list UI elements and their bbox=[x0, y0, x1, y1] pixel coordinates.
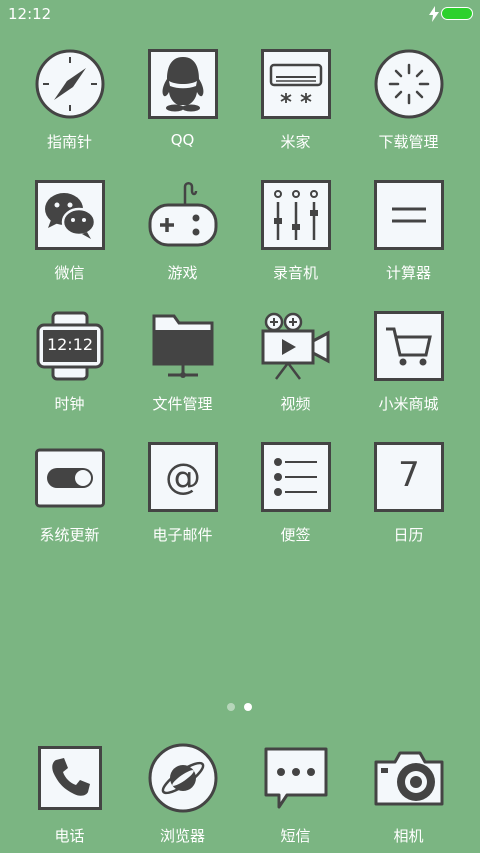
app-label: 文件管理 bbox=[152, 395, 213, 413]
clock-display: 12:12 bbox=[46, 335, 94, 354]
app-browser[interactable]: 浏览器 bbox=[126, 742, 239, 852]
shopping-cart-icon bbox=[374, 311, 444, 381]
mixer-sliders-icon bbox=[261, 180, 331, 250]
planet-icon bbox=[148, 743, 218, 813]
app-file-manager[interactable]: 文件管理 bbox=[126, 310, 239, 420]
app-label: 指南针 bbox=[46, 133, 92, 151]
svg-text:@: @ bbox=[165, 457, 201, 498]
app-label: 便签 bbox=[280, 526, 311, 544]
app-label: 日历 bbox=[393, 526, 424, 544]
at-sign-icon: @ bbox=[148, 442, 218, 512]
app-label: 时钟 bbox=[54, 395, 85, 413]
message-bubble-icon bbox=[264, 747, 328, 809]
video-camera-icon bbox=[261, 312, 330, 380]
app-label: 短信 bbox=[280, 827, 311, 845]
app-label: 微信 bbox=[54, 264, 85, 282]
air-conditioner-icon bbox=[261, 49, 331, 119]
dock: 电话 浏览器 短信 相机 bbox=[0, 742, 480, 852]
compass-icon bbox=[35, 49, 105, 119]
app-phone[interactable]: 电话 bbox=[13, 742, 126, 852]
status-time: 12:12 bbox=[8, 5, 52, 23]
battery-icon bbox=[441, 7, 473, 20]
app-messages[interactable]: 短信 bbox=[239, 742, 352, 852]
app-notes[interactable]: 便签 bbox=[239, 441, 352, 551]
folder-icon bbox=[152, 314, 214, 378]
list-icon bbox=[261, 442, 331, 512]
app-games[interactable]: 游戏 bbox=[126, 179, 239, 289]
app-recorder[interactable]: 录音机 bbox=[239, 179, 352, 289]
app-label: 系统更新 bbox=[39, 526, 100, 544]
app-system-update[interactable]: 系统更新 bbox=[13, 441, 126, 551]
qq-penguin-icon bbox=[148, 49, 218, 119]
status-bar: 12:12 bbox=[0, 0, 480, 28]
equals-icon bbox=[374, 180, 444, 250]
wechat-icon bbox=[35, 180, 105, 250]
camera-icon bbox=[374, 751, 444, 806]
app-mi-store[interactable]: 小米商城 bbox=[352, 310, 465, 420]
app-camera[interactable]: 相机 bbox=[352, 742, 465, 852]
app-calendar[interactable]: 7 日历 bbox=[352, 441, 465, 551]
app-calculator[interactable]: 计算器 bbox=[352, 179, 465, 289]
app-label: 相机 bbox=[393, 827, 424, 845]
app-label: 视频 bbox=[280, 395, 311, 413]
page-indicator bbox=[0, 702, 480, 712]
app-label: 电子邮件 bbox=[152, 526, 213, 544]
page-dot-2-active[interactable] bbox=[244, 703, 252, 711]
app-label: 小米商城 bbox=[378, 395, 439, 413]
phone-icon bbox=[38, 746, 102, 810]
app-compass[interactable]: 指南针 bbox=[13, 48, 126, 158]
app-label: 米家 bbox=[280, 133, 311, 151]
app-mijia[interactable]: 米家 bbox=[239, 48, 352, 158]
app-label: 电话 bbox=[54, 827, 85, 845]
app-label: 下载管理 bbox=[378, 133, 439, 151]
app-download-manager[interactable]: 下载管理 bbox=[352, 48, 465, 158]
toggle-switch-icon bbox=[35, 448, 105, 508]
app-video[interactable]: 视频 bbox=[239, 310, 352, 420]
app-clock[interactable]: 12:12 时钟 bbox=[13, 310, 126, 420]
app-wechat[interactable]: 微信 bbox=[13, 179, 126, 289]
app-label: 游戏 bbox=[167, 264, 198, 282]
calendar-day: 7 bbox=[398, 455, 420, 495]
app-qq[interactable]: QQ bbox=[126, 48, 239, 158]
loading-spinner-icon bbox=[374, 49, 444, 119]
app-label: 录音机 bbox=[272, 264, 318, 282]
calendar-icon: 7 bbox=[373, 441, 445, 513]
watch-icon: 12:12 bbox=[34, 310, 106, 382]
app-email[interactable]: @ 电子邮件 bbox=[126, 441, 239, 551]
app-label: 计算器 bbox=[385, 264, 431, 282]
gamepad-icon bbox=[148, 182, 218, 247]
app-label: 浏览器 bbox=[159, 827, 205, 845]
charging-bolt-icon bbox=[429, 6, 439, 22]
page-dot-1[interactable] bbox=[227, 703, 235, 711]
app-label: QQ bbox=[170, 131, 195, 149]
